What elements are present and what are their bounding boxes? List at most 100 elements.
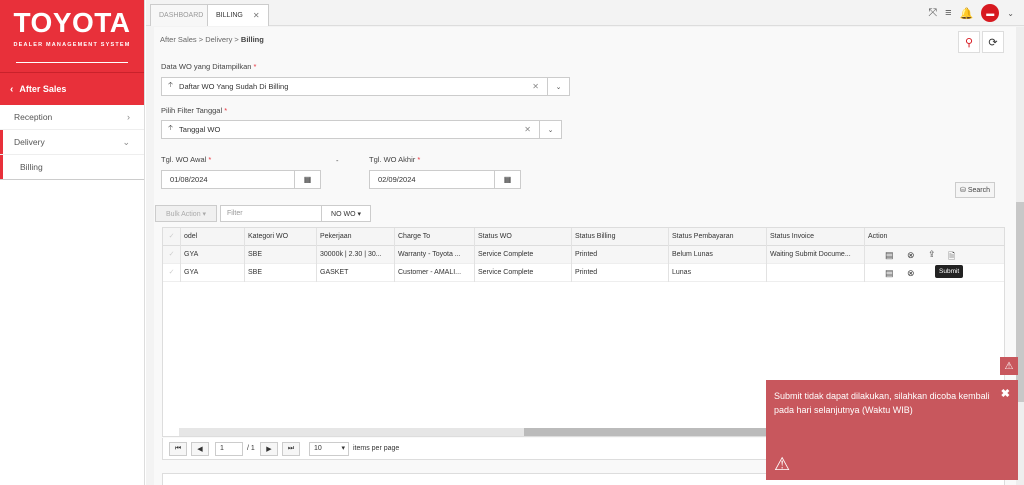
breadcrumb: After Sales > Delivery > Billing bbox=[160, 35, 264, 44]
toyota-logo: TOYOTA bbox=[13, 7, 131, 38]
sidebar-item-delivery[interactable]: Delivery ⌄ bbox=[0, 130, 144, 155]
cell-charge-to: Warranty - Toyota ... bbox=[395, 246, 475, 264]
cell-model: GYA bbox=[181, 264, 245, 282]
cancel-icon[interactable]: ⊗ bbox=[907, 250, 915, 261]
col-status-wo[interactable]: Status WO bbox=[475, 228, 572, 246]
col-kategori-wo[interactable]: Kategori WO bbox=[245, 228, 317, 246]
detail-icon[interactable]: ▤ bbox=[885, 250, 894, 261]
col-charge-to[interactable]: Charge To bbox=[395, 228, 475, 246]
required-marker: * bbox=[253, 62, 257, 71]
cell-status-billing: Printed bbox=[572, 246, 669, 264]
clear-icon[interactable]: ✕ bbox=[524, 125, 531, 134]
col-action: Action bbox=[868, 233, 888, 240]
per-page-select[interactable]: 10 ▾ bbox=[309, 442, 349, 456]
submit-icon[interactable]: 🗎 bbox=[948, 249, 955, 265]
wo-label-text: Data WO yang Ditampilkan bbox=[161, 62, 252, 71]
col-status-invoice[interactable]: Status Invoice bbox=[767, 228, 865, 246]
end-date-input[interactable]: 02/09/2024 ▦ bbox=[369, 170, 521, 189]
per-page-label: items per page bbox=[353, 445, 400, 452]
search-icon: ⚲ bbox=[964, 36, 974, 49]
sidebar-item-billing[interactable]: Billing bbox=[0, 155, 144, 180]
tab-dashboard[interactable]: DASHBOARD bbox=[150, 4, 213, 26]
chevron-down-icon[interactable]: ⌄ bbox=[539, 121, 561, 138]
chevron-down-icon: ▾ bbox=[341, 445, 345, 452]
select-all-checkbox[interactable]: ✓ bbox=[163, 228, 181, 246]
brand-header: TOYOTA DEALER MANAGEMENT SYSTEM bbox=[0, 0, 144, 72]
cell-kategori: SBE bbox=[245, 264, 317, 282]
search-button-label: Search bbox=[967, 186, 991, 194]
detail-icon[interactable]: ▤ bbox=[885, 268, 894, 279]
row-checkbox[interactable]: ✓ bbox=[163, 246, 181, 264]
breadcrumb-after-sales[interactable]: After Sales bbox=[160, 35, 197, 44]
cell-charge-to: Customer - AMALI... bbox=[395, 264, 475, 282]
no-wo-dropdown[interactable]: NO WO ▾ bbox=[321, 205, 371, 222]
close-icon[interactable]: ✖ bbox=[1001, 387, 1010, 400]
col-model[interactable]: odel bbox=[181, 228, 245, 246]
chevron-down-icon[interactable]: ⌄ bbox=[547, 78, 569, 95]
filter-label: Pilih Filter Tanggal * bbox=[161, 106, 227, 115]
calendar-icon[interactable]: ▦ bbox=[294, 171, 320, 188]
sidebar-item-label: Billing bbox=[20, 162, 43, 172]
upload-icon[interactable]: ⇪ bbox=[928, 249, 936, 260]
fullscreen-icon[interactable]: ⤧ bbox=[928, 7, 937, 20]
menu-icon[interactable]: ≡ bbox=[945, 7, 951, 19]
filter-input[interactable]: Filter bbox=[220, 205, 322, 222]
brand-divider bbox=[16, 62, 128, 63]
per-page-value: 10 bbox=[314, 445, 322, 452]
end-label-text: Tgl. WO Akhir bbox=[369, 155, 416, 164]
prev-page-button[interactable]: ◀ bbox=[191, 442, 209, 456]
tab-billing[interactable]: BILLING ✕ bbox=[207, 4, 269, 26]
tab-label: BILLING bbox=[216, 12, 243, 19]
grid-header: ✓ odel Kategori WO Pekerjaan Charge To S… bbox=[163, 228, 1004, 246]
col-status-pembayaran[interactable]: Status Pembayaran bbox=[669, 228, 767, 246]
date-filter-value: Tanggal WO bbox=[179, 125, 221, 134]
table-row[interactable]: ✓ GYA SBE GASKET Customer - AMALI... Ser… bbox=[163, 264, 1004, 282]
next-page-button[interactable]: ▶ bbox=[260, 442, 278, 456]
col-pekerjaan[interactable]: Pekerjaan bbox=[317, 228, 395, 246]
sidebar: TOYOTA DEALER MANAGEMENT SYSTEM ‹ After … bbox=[0, 0, 145, 485]
start-date-input[interactable]: 01/08/2024 ▦ bbox=[161, 170, 321, 189]
date-separator: - bbox=[336, 156, 339, 165]
cell-model: GYA bbox=[181, 246, 245, 264]
required-marker: * bbox=[224, 106, 228, 115]
first-page-button[interactable]: ⏮ bbox=[169, 442, 187, 456]
breadcrumb-delivery[interactable]: Delivery bbox=[205, 35, 232, 44]
page-total: / 1 bbox=[247, 445, 255, 452]
warning-icon: ⚠ bbox=[774, 454, 791, 474]
start-date-value: 01/08/2024 bbox=[170, 175, 208, 184]
required-marker: * bbox=[417, 155, 421, 164]
module-back-after-sales[interactable]: ‹ After Sales bbox=[0, 72, 144, 105]
row-checkbox[interactable]: ✓ bbox=[163, 264, 181, 282]
avatar[interactable]: ▬ bbox=[981, 4, 1000, 22]
date-filter-select[interactable]: 🡡 Tanggal WO ✕ ⌄ bbox=[161, 120, 562, 139]
refresh-button[interactable]: ⟳ bbox=[982, 31, 1004, 53]
search-button[interactable]: ⛁ Search bbox=[955, 182, 995, 198]
chevron-down-icon[interactable]: ⌄ bbox=[1007, 9, 1014, 18]
bulk-action-button[interactable]: Bulk Action ▾ bbox=[155, 205, 217, 222]
refresh-icon: ⟳ bbox=[988, 36, 998, 49]
bell-icon[interactable]: 🔔 bbox=[960, 7, 974, 20]
end-date-value: 02/09/2024 bbox=[378, 175, 416, 184]
warning-icon[interactable]: ⚠ bbox=[1000, 357, 1018, 375]
search-toggle-button[interactable]: ⚲ bbox=[958, 31, 980, 53]
database-icon: ⛁ bbox=[959, 187, 966, 194]
sidebar-item-reception[interactable]: Reception › bbox=[0, 105, 144, 130]
sidebar-item-label: Reception bbox=[14, 112, 53, 122]
close-icon[interactable]: ✕ bbox=[253, 11, 260, 20]
cancel-icon[interactable]: ⊗ bbox=[907, 268, 915, 279]
page-input[interactable]: 1 bbox=[215, 442, 243, 456]
arrow-up-icon: 🡡 bbox=[168, 82, 174, 89]
last-page-button[interactable]: ⏭ bbox=[282, 442, 300, 456]
cell-status-wo: Service Complete bbox=[475, 264, 572, 282]
clear-icon[interactable]: ✕ bbox=[532, 82, 539, 91]
wo-select[interactable]: 🡡 Daftar WO Yang Sudah Di Billing ✕ ⌄ bbox=[161, 77, 570, 96]
tab-bar: DASHBOARD BILLING ✕ ⤧ ≡ 🔔 ▬ ⌄ bbox=[146, 0, 1024, 26]
chevron-right-icon: › bbox=[127, 112, 130, 122]
col-status-billing[interactable]: Status Billing bbox=[572, 228, 669, 246]
calendar-icon[interactable]: ▦ bbox=[494, 171, 520, 188]
table-row[interactable]: ✓ GYA SBE 30000k | 2.30 | 30... Warranty… bbox=[163, 246, 1004, 264]
chevron-down-icon: ⌄ bbox=[122, 136, 130, 147]
cell-status-pembayaran: Belum Lunas bbox=[669, 246, 767, 264]
module-label: After Sales bbox=[19, 84, 67, 94]
wo-label: Data WO yang Ditampilkan * bbox=[161, 62, 256, 71]
